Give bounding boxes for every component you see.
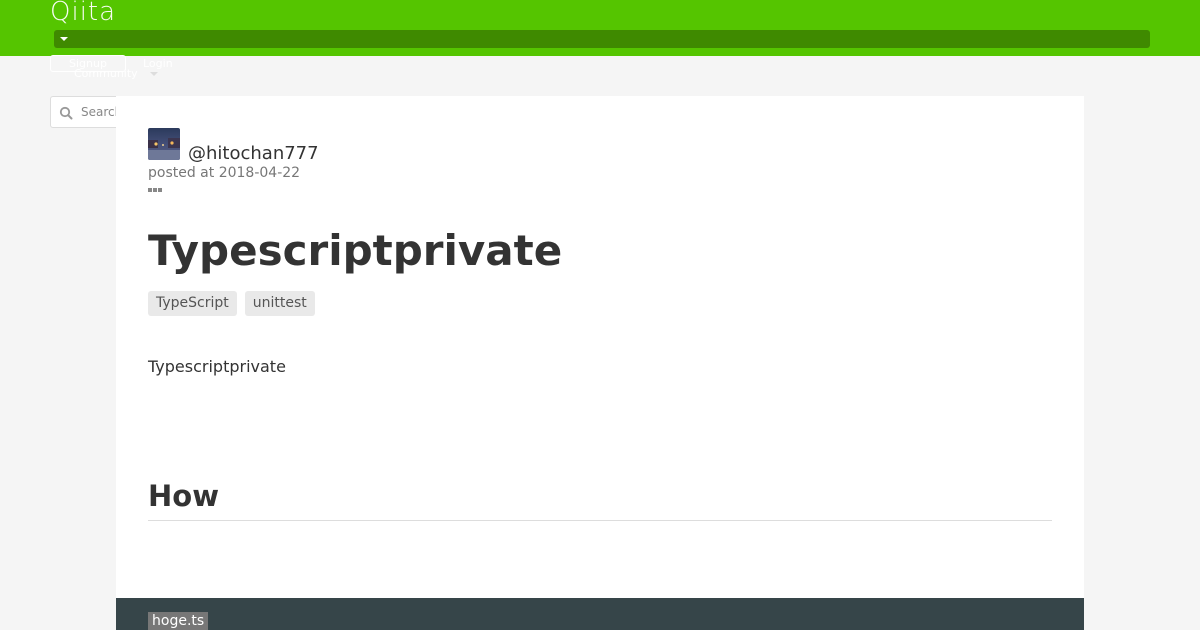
author-username[interactable]: @hitochan777 [188,143,319,165]
author-avatar[interactable] [148,128,180,160]
community-menu[interactable]: Community [74,67,138,81]
site-header: Qiita [0,0,1200,56]
code-block: hoge.ts [116,598,1084,630]
tag-list: TypeScript unittest [148,291,315,316]
search-icon [59,106,73,120]
avatar-photo [148,128,180,160]
article-intro: Typescriptprivate [148,357,286,376]
chevron-down-icon [60,37,68,41]
login-link[interactable]: Login [143,57,173,71]
code-filename: hoge.ts [148,612,209,630]
more-icon[interactable] [148,187,164,193]
header-dropdown-toggle[interactable] [54,30,1150,48]
article-title: Typescriptprivate [148,226,563,275]
tag-unittest[interactable]: unittest [244,291,315,316]
section-heading: How [148,476,1052,521]
article-card: @hitochan777 posted at 2018-04-22 Typesc… [116,96,1084,630]
community-chevron-down-icon [150,72,158,76]
tag-typescript[interactable]: TypeScript [148,291,237,316]
posted-date: posted at 2018-04-22 [148,165,301,181]
qiita-logo[interactable]: Qiita [50,0,116,26]
